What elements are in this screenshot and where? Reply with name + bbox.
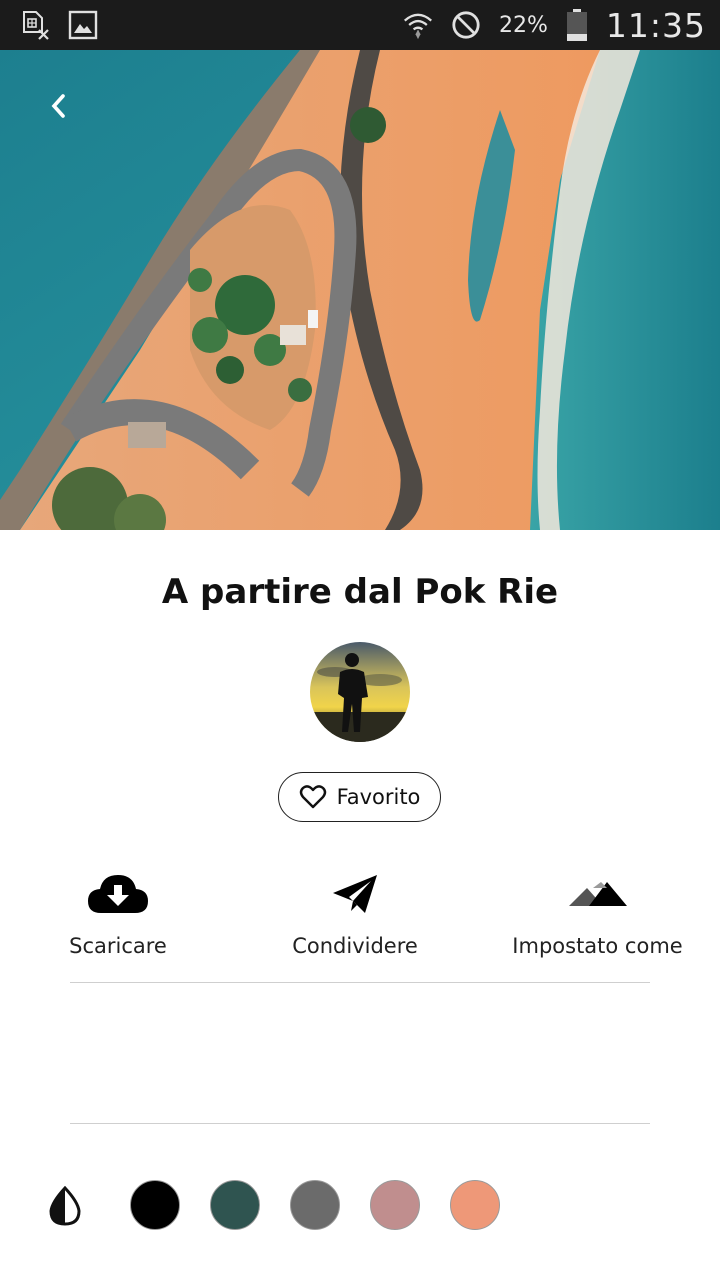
favorite-label: Favorito xyxy=(336,785,421,809)
clock: 11:35 xyxy=(605,5,706,45)
battery-icon xyxy=(566,9,588,41)
do-not-disturb-icon xyxy=(451,10,481,40)
mountains-icon xyxy=(568,881,627,906)
battery-percent: 22% xyxy=(498,12,548,38)
color-swatch[interactable] xyxy=(450,1180,500,1230)
favorite-button[interactable]: Favorito xyxy=(278,772,441,822)
paper-plane-icon xyxy=(333,874,377,913)
gallery-icon xyxy=(68,10,98,40)
wifi-icon xyxy=(403,10,433,40)
download-label: Scaricare xyxy=(69,934,167,958)
share-button[interactable]: Condividere xyxy=(285,865,425,958)
heart-outline-icon xyxy=(299,785,326,809)
author-avatar[interactable] xyxy=(310,642,410,742)
aerial-beach-photo xyxy=(0,50,720,530)
status-bar: 22% 11:35 xyxy=(0,0,720,50)
divider-bottom xyxy=(70,1123,650,1124)
divider-top xyxy=(70,982,650,983)
color-drop-icon xyxy=(49,1186,81,1226)
color-palette xyxy=(0,1178,720,1234)
action-bar: Scaricare Condividere Impostato come xyxy=(0,865,720,975)
hero-photo xyxy=(0,50,720,530)
color-swatch[interactable] xyxy=(130,1180,180,1230)
color-swatch[interactable] xyxy=(290,1180,340,1230)
photo-title: A partire dal Pok Rie xyxy=(161,572,559,612)
set-as-label: Impostato come xyxy=(512,934,683,958)
download-button[interactable]: Scaricare xyxy=(58,865,178,958)
color-swatch[interactable] xyxy=(370,1180,420,1230)
color-swatch[interactable] xyxy=(210,1180,260,1230)
cloud-download-icon xyxy=(88,874,148,913)
share-label: Condividere xyxy=(292,934,418,958)
set-as-button[interactable]: Impostato come xyxy=(510,865,685,958)
sim-error-icon xyxy=(20,10,50,40)
back-chevron-icon xyxy=(51,94,65,118)
back-button[interactable] xyxy=(40,88,76,124)
